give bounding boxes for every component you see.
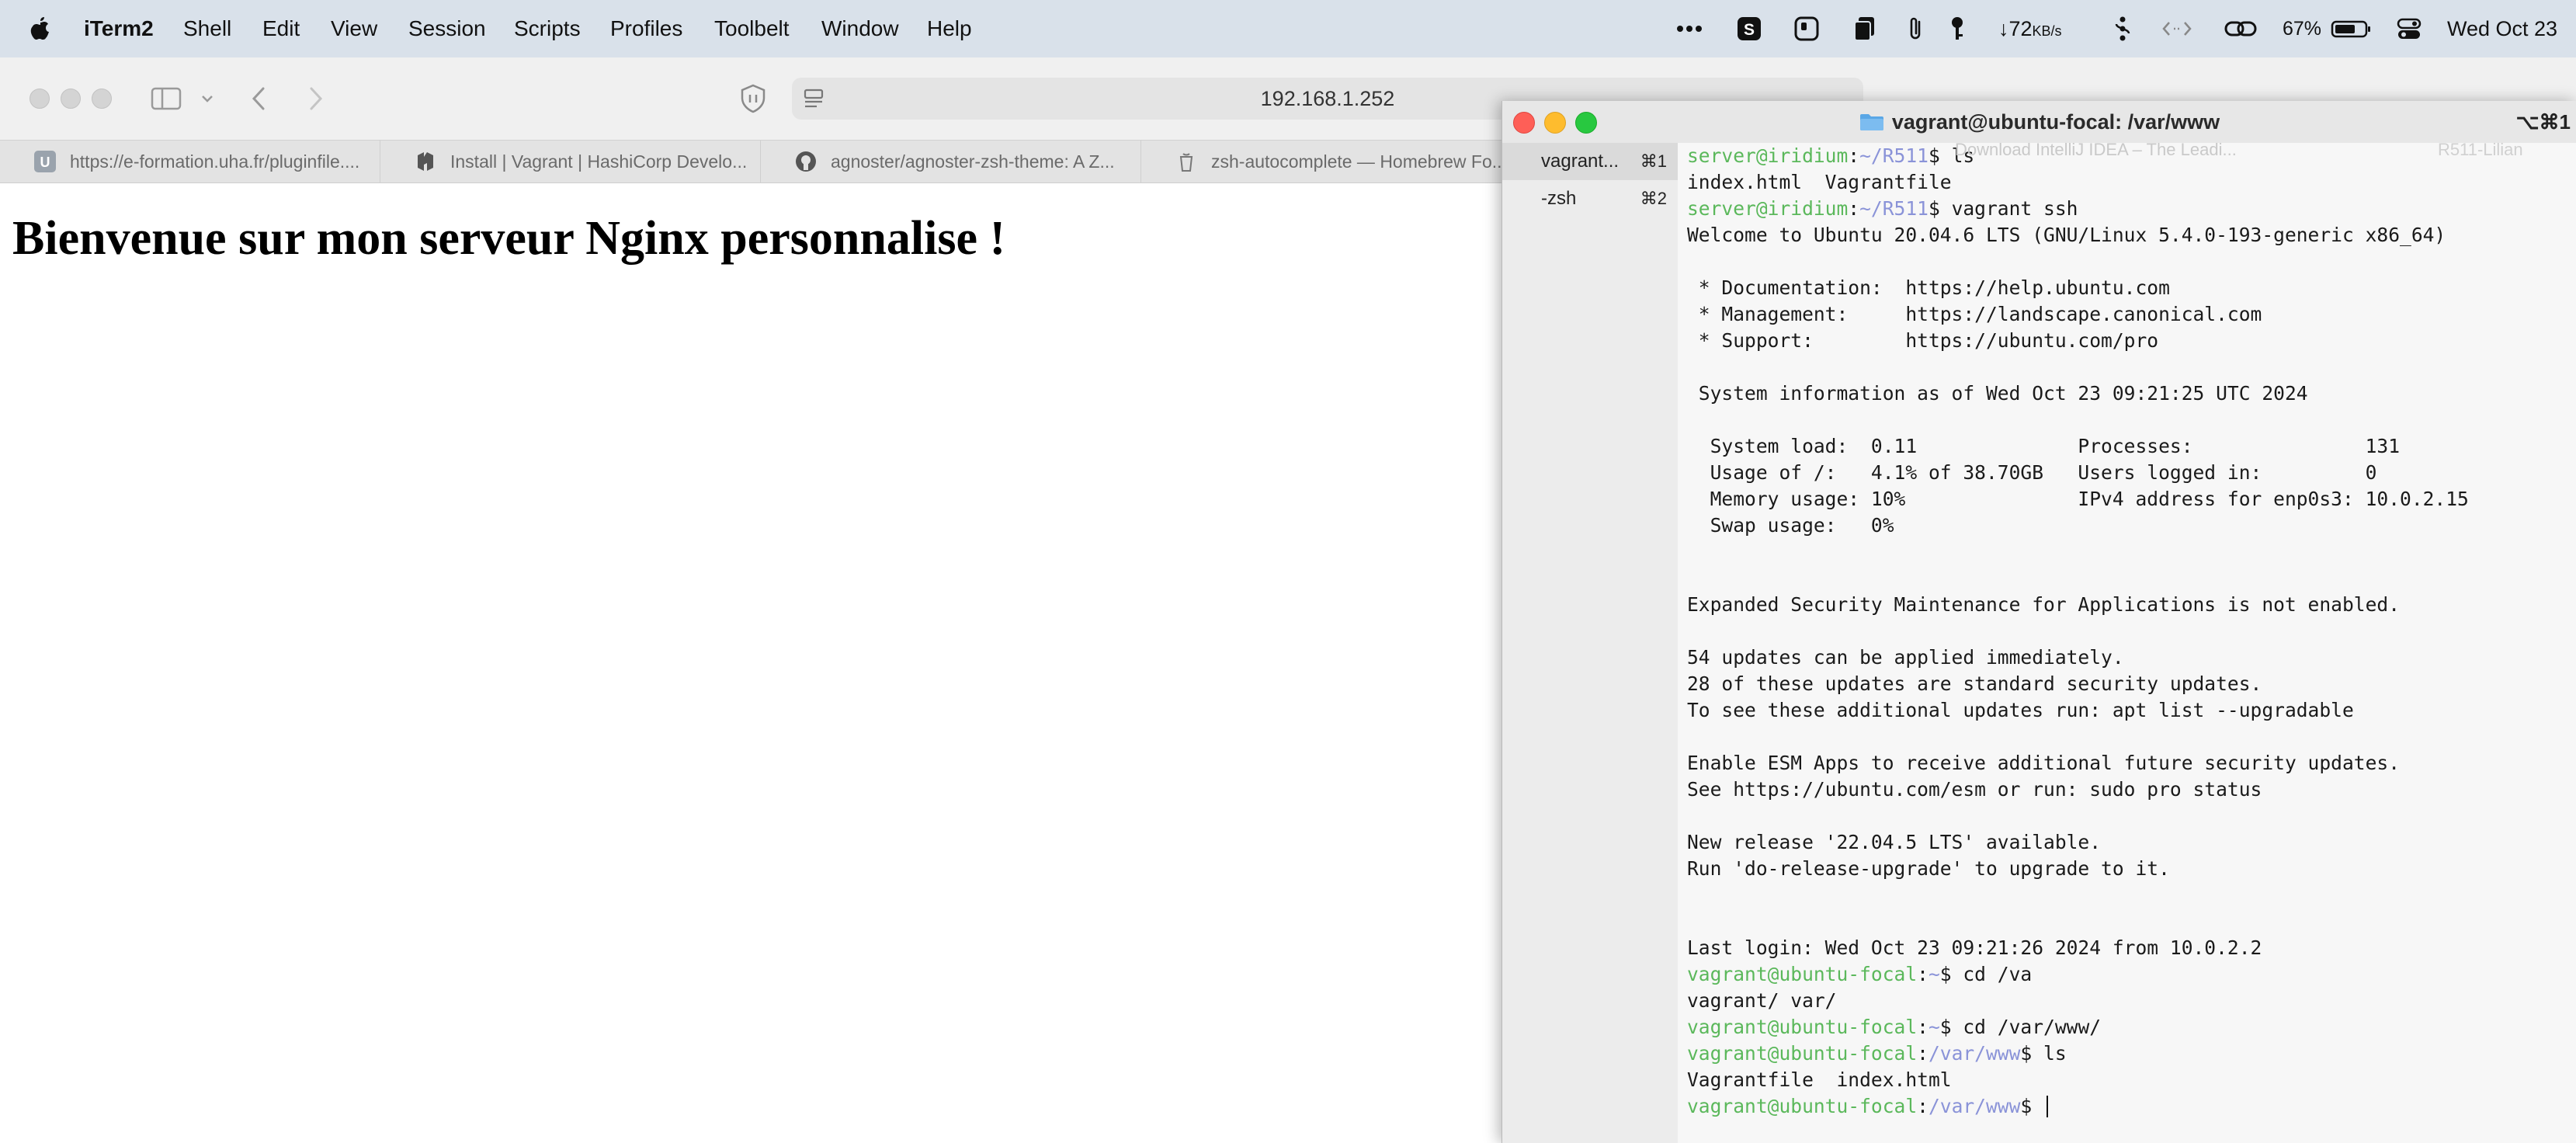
safari-tab-zsh-autocomplete[interactable]: zsh-autocomplete — Homebrew Fo...: [1141, 141, 1522, 182]
code-icon[interactable]: [2161, 16, 2192, 42]
terminal-prompt-line: server@iridium:~/R511$ ls: [1687, 144, 1975, 167]
app-icon[interactable]: [1793, 16, 1820, 42]
menu-app-name[interactable]: iTerm2: [84, 0, 154, 57]
safari-tab-intellij[interactable]: Download IntelliJ IDEA – The Leadi...: [1955, 140, 2237, 160]
iterm-titlebar: vagrant@ubuntu-focal: /var/www ⌥⌘1: [1502, 101, 2576, 144]
svg-text:S: S: [1744, 21, 1755, 39]
iterm-tab-shortcut: ⌘1: [1640, 151, 1667, 171]
safari-zoom-button[interactable]: [92, 89, 112, 109]
terminal-line: * Documentation: https://help.ubuntu.com: [1687, 276, 2170, 299]
terminal-line: Swap usage: 0%: [1687, 514, 1894, 537]
paperclip-icon[interactable]: [1905, 16, 1925, 42]
iterm-tab-label: -zsh: [1541, 188, 1577, 209]
terminal-line: Usage of /: 4.1% of 38.70GB Users logged…: [1687, 461, 2377, 484]
safari-tab-uha[interactable]: U https://e-formation.uha.fr/pluginfile.…: [0, 141, 380, 182]
safari-minimize-button[interactable]: [61, 89, 81, 109]
iterm-tab-sidebar: vagrant... ⌘1 -zsh ⌘2: [1502, 143, 1679, 1143]
back-icon[interactable]: [250, 85, 269, 112]
terminal-line: To see these additional updates run: apt…: [1687, 699, 2354, 721]
terminal-line: Vagrantfile index.html: [1687, 1068, 1952, 1091]
chevron-down-icon[interactable]: [200, 93, 214, 104]
menu-session[interactable]: Session: [408, 0, 486, 57]
menu-shell[interactable]: Shell: [183, 0, 231, 57]
control-center-icon[interactable]: [2396, 16, 2422, 42]
key-icon[interactable]: [1947, 16, 1967, 42]
terminal-prompt-line: vagrant@ubuntu-focal:/var/www$ ls: [1687, 1042, 2067, 1065]
terminal-line: Welcome to Ubuntu 20.04.6 LTS (GNU/Linux…: [1687, 224, 2446, 246]
privacy-shield-icon[interactable]: [739, 84, 767, 113]
menu-toolbelt[interactable]: Toolbelt: [714, 0, 790, 57]
menu-edit[interactable]: Edit: [262, 0, 300, 57]
battery-icon[interactable]: [2331, 16, 2371, 42]
terminal-line: * Management: https://landscape.canonica…: [1687, 303, 2262, 325]
safari-tab-label: zsh-autocomplete — Homebrew Fo...: [1211, 151, 1507, 172]
menu-window[interactable]: Window: [821, 0, 899, 57]
svg-text:U: U: [40, 155, 50, 170]
terminal-prompt-line: vagrant@ubuntu-focal:~$ cd /var/www/: [1687, 1016, 2102, 1038]
apple-logo-icon[interactable]: [30, 16, 51, 42]
menu-scripts[interactable]: Scripts: [514, 0, 581, 57]
terminal-line: New release '22.04.5 LTS' available.: [1687, 831, 2102, 853]
iterm-window-shortcut: ⌥⌘1: [2515, 110, 2571, 134]
iterm-tab-vagrant[interactable]: vagrant... ⌘1: [1502, 143, 1678, 180]
page-heading: Bienvenue sur mon serveur Nginx personna…: [12, 212, 1006, 265]
folder-icon: [1859, 114, 1883, 130]
menu-bar: iTerm2 Shell Edit View Session Scripts P…: [0, 0, 2576, 57]
terminal-prompt-line: vagrant@ubuntu-focal:~$ cd /va: [1687, 963, 2033, 985]
link-icon[interactable]: [2224, 16, 2258, 42]
terminal-output[interactable]: server@iridium:~/R511$ ls index.html Vag…: [1678, 143, 2576, 1143]
homebrew-favicon: [1179, 153, 1193, 172]
battery-percent: 67%: [2283, 18, 2322, 40]
terminal-line: System load: 0.11 Processes: 131: [1687, 435, 2401, 457]
terminal-line: * Support: https://ubuntu.com/pro: [1687, 329, 2159, 352]
terminal-line: index.html Vagrantfile: [1687, 171, 1952, 193]
safari-tab-label: agnoster/agnoster-zsh-theme: A Z...: [831, 151, 1115, 172]
sidebar-toggle-icon[interactable]: [151, 87, 182, 110]
terminal-prompt-line: vagrant@ubuntu-focal:/var/www$: [1687, 1093, 2049, 1120]
terminal-prompt-line: server@iridium:~/R511$ vagrant ssh: [1687, 197, 2078, 220]
iterm-tab-label: vagrant...: [1541, 151, 1620, 172]
hashicorp-favicon: [418, 152, 433, 171]
skype-icon[interactable]: S: [1736, 16, 1762, 42]
more-icon[interactable]: [1674, 16, 1705, 42]
menu-profiles[interactable]: Profiles: [610, 0, 682, 57]
safari-tab-label: https://e-formation.uha.fr/pluginfile...…: [70, 151, 360, 172]
terminal-cursor: [2047, 1096, 2049, 1117]
github-favicon: [796, 151, 816, 172]
menu-help[interactable]: Help: [927, 0, 972, 57]
safari-tab-label: Install | Vagrant | HashiCorp Develo...: [450, 151, 748, 172]
iterm-tab-shortcut: ⌘2: [1640, 189, 1667, 208]
terminal-line: Expanded Security Maintenance for Applic…: [1687, 593, 2401, 616]
menu-clock[interactable]: Wed Oct 23: [2447, 0, 2557, 57]
menu-view[interactable]: View: [331, 0, 377, 57]
uha-favicon: U: [34, 151, 56, 172]
iterm-tab-zsh[interactable]: -zsh ⌘2: [1502, 180, 1678, 217]
network-speed: ↓72KB/s: [1998, 17, 2062, 40]
forward-icon[interactable]: [306, 85, 325, 112]
terminal-line: Enable ESM Apps to receive additional fu…: [1687, 752, 2401, 774]
tailscale-icon[interactable]: [2112, 16, 2133, 42]
terminal-line: See https://ubuntu.com/esm or run: sudo …: [1687, 778, 2262, 801]
safari-close-button[interactable]: [30, 89, 50, 109]
iterm-title: vagrant@ubuntu-focal: /var/www: [1502, 101, 2576, 143]
terminal-line: System information as of Wed Oct 23 09:2…: [1687, 382, 2308, 405]
terminal-line: Last login: Wed Oct 23 09:21:26 2024 fro…: [1687, 936, 2262, 959]
iterm-window: vagrant@ubuntu-focal: /var/www ⌥⌘1 vagra…: [1502, 101, 2576, 1143]
safari-tab-vagrant[interactable]: Install | Vagrant | HashiCorp Develo...: [380, 141, 761, 182]
clipboard-icon[interactable]: [1852, 16, 1877, 42]
terminal-line: Run 'do-release-upgrade' to upgrade to i…: [1687, 857, 2170, 880]
terminal-line: Memory usage: 10% IPv4 address for enp0s…: [1687, 488, 2469, 510]
terminal-line: vagrant/ var/: [1687, 989, 1837, 1012]
terminal-line: 54 updates can be applied immediately.: [1687, 646, 2124, 669]
safari-tab-agnoster[interactable]: agnoster/agnoster-zsh-theme: A Z...: [761, 141, 1141, 182]
safari-tab-r511[interactable]: R511-Lilian: [2438, 140, 2523, 160]
terminal-line: 28 of these updates are standard securit…: [1687, 672, 2262, 695]
